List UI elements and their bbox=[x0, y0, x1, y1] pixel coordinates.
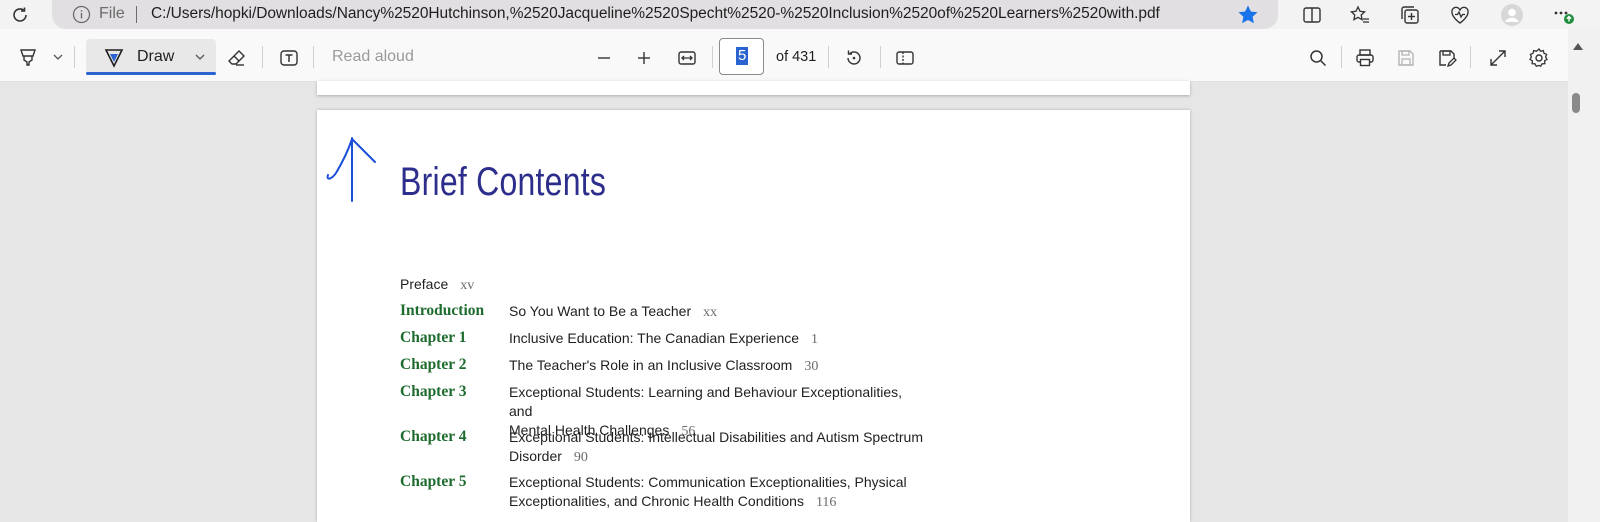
file-scheme-label: File bbox=[99, 5, 125, 22]
toc-entry-title-continued: Exceptionalities, and Chronic Health Con… bbox=[509, 493, 804, 509]
scroll-up-arrow-icon[interactable] bbox=[1572, 41, 1584, 51]
draw-active-underline bbox=[86, 72, 216, 75]
toolbar-separator bbox=[313, 46, 314, 68]
toc-entry-title: Exceptional Students: Learning and Behav… bbox=[509, 384, 903, 419]
toc-entry-title: Inclusive Education: The Canadian Experi… bbox=[509, 330, 800, 346]
toolbar-separator bbox=[828, 46, 829, 68]
draw-dropdown-chevron-icon[interactable] bbox=[193, 50, 207, 64]
toc-chapter-label: Chapter 4 bbox=[400, 428, 467, 445]
toolbar-separator bbox=[74, 46, 75, 68]
page-view-icon[interactable] bbox=[893, 46, 917, 70]
toc-entry-title: Exceptional Students: Intellectual Disab… bbox=[509, 429, 923, 445]
toc-chapter-label: Chapter 3 bbox=[400, 383, 467, 400]
draw-pen-icon bbox=[103, 47, 125, 69]
zoom-out-icon[interactable] bbox=[592, 46, 616, 70]
ink-annotation-arrow bbox=[326, 137, 376, 202]
info-icon[interactable] bbox=[72, 5, 91, 24]
toc-chapter-label: Chapter 5 bbox=[400, 473, 467, 490]
save-icon[interactable] bbox=[1394, 46, 1418, 70]
previous-page bbox=[317, 81, 1190, 95]
toolbar-separator bbox=[1341, 46, 1342, 68]
browser-essentials-icon[interactable] bbox=[1448, 3, 1472, 27]
page-total-label: of 431 bbox=[776, 49, 817, 65]
print-icon[interactable] bbox=[1353, 46, 1377, 70]
toc-entry-title: The Teacher's Role in an Inclusive Class… bbox=[509, 357, 793, 373]
page-number-value: 5 bbox=[736, 47, 749, 65]
toolbar-separator bbox=[1470, 46, 1471, 68]
address-bar-area: File C:/Users/hopki/Downloads/Nancy%2520… bbox=[0, 0, 1600, 29]
profile-avatar[interactable] bbox=[1500, 3, 1524, 27]
toc-entry-title: Exceptional Students: Communication Exce… bbox=[509, 474, 907, 490]
add-text-icon[interactable] bbox=[277, 46, 301, 70]
eraser-icon[interactable] bbox=[225, 46, 249, 70]
split-screen-icon[interactable] bbox=[1300, 3, 1324, 27]
vertical-scrollbar[interactable] bbox=[1568, 29, 1600, 522]
fit-to-width-icon[interactable] bbox=[675, 46, 699, 70]
toc-chapter-label: Chapter 1 bbox=[400, 329, 467, 346]
toc-entry-title: So You Want to Be a Teacher bbox=[509, 303, 692, 319]
fullscreen-icon[interactable] bbox=[1486, 46, 1510, 70]
toc-entry-chapter-4: Exceptional Students: Intellectual Disab… bbox=[509, 428, 929, 467]
toc-entry-chapter-2: The Teacher's Role in an Inclusive Class… bbox=[509, 356, 929, 376]
toolbar-separator bbox=[262, 46, 263, 68]
address-separator bbox=[136, 6, 137, 23]
page-number-input[interactable]: 5 bbox=[719, 38, 764, 75]
preface-entry: Preface xv bbox=[400, 276, 474, 294]
search-icon[interactable] bbox=[1306, 46, 1330, 70]
toc-entry-page: 30 bbox=[804, 359, 819, 374]
toc-entry-title-continued: Disorder bbox=[509, 448, 562, 464]
save-as-icon[interactable] bbox=[1435, 46, 1459, 70]
toc-chapter-label: Introduction bbox=[400, 302, 485, 319]
toc-entry-page: xx bbox=[703, 305, 718, 320]
read-aloud-button[interactable]: Read aloud bbox=[332, 48, 414, 66]
zoom-in-icon[interactable] bbox=[632, 46, 656, 70]
toc-entry-page: 1 bbox=[811, 332, 819, 347]
document-title: Brief Contents bbox=[400, 160, 607, 204]
toc-chapter-label: Chapter 2 bbox=[400, 356, 467, 373]
toolbar-separator bbox=[880, 46, 881, 68]
draw-label: Draw bbox=[137, 48, 175, 65]
toc-entry-page: 90 bbox=[573, 450, 588, 465]
toc-entry-page: 116 bbox=[815, 495, 837, 510]
scrollbar-thumb[interactable] bbox=[1572, 93, 1580, 113]
settings-gear-icon[interactable] bbox=[1527, 46, 1551, 70]
rotate-icon[interactable] bbox=[842, 46, 866, 70]
toc-entry-chapter-1: Inclusive Education: The Canadian Experi… bbox=[509, 329, 929, 349]
toc-entry-introduction: So You Want to Be a Teacher xx bbox=[509, 302, 929, 322]
toolbar-separator bbox=[712, 46, 713, 68]
preface-label: Preface bbox=[400, 276, 449, 292]
preface-page: xv bbox=[460, 278, 475, 293]
collections-icon[interactable] bbox=[1398, 3, 1422, 27]
refresh-icon[interactable] bbox=[9, 4, 31, 26]
more-options-icon[interactable] bbox=[1553, 3, 1577, 27]
highlight-icon[interactable] bbox=[16, 45, 40, 69]
highlight-dropdown-chevron-icon[interactable] bbox=[50, 49, 66, 65]
favorites-icon[interactable] bbox=[1348, 3, 1372, 27]
url-text[interactable]: C:/Users/hopki/Downloads/Nancy%2520Hutch… bbox=[151, 5, 1160, 23]
toc-entry-chapter-5: Exceptional Students: Communication Exce… bbox=[509, 473, 929, 512]
favorite-star-icon[interactable] bbox=[1236, 3, 1260, 27]
